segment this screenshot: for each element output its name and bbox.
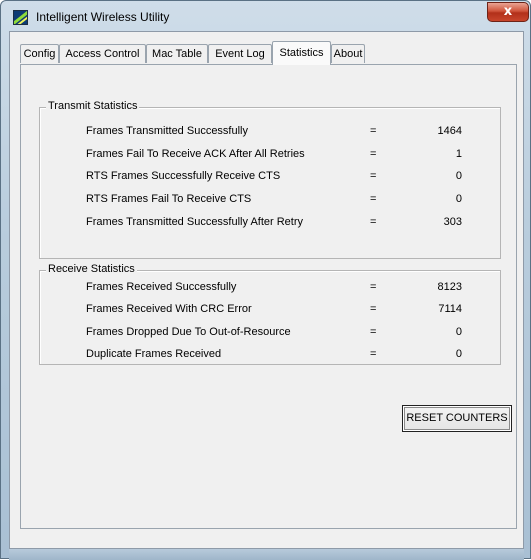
tx-rts-success-value: 0 — [455, 170, 462, 182]
tx-after-retry-value: 303 — [443, 216, 462, 228]
tx-frames-success-label: Frames Transmitted Successfully — [86, 125, 248, 137]
window-bottom-frame — [9, 549, 524, 560]
rx-dropped-value: 0 — [455, 326, 462, 338]
rx-crc-error-eq: = — [370, 303, 377, 315]
tx-rts-fail-value: 0 — [455, 193, 462, 205]
reset-counters-button[interactable]: RESET COUNTERS — [402, 405, 512, 432]
title-bar[interactable]: Intelligent Wireless Utility x — [1, 1, 530, 31]
tx-after-retry-label: Frames Transmitted Successfully After Re… — [86, 216, 304, 228]
wireless-app-icon — [13, 10, 28, 25]
tab-bar: Config Access Control Mac Table Event Lo… — [20, 41, 500, 65]
tx-fail-ack-eq: = — [370, 148, 377, 160]
tab-mac-table[interactable]: Mac Table — [146, 44, 208, 63]
rx-frames-success-eq: = — [370, 281, 377, 293]
tx-rts-success-eq: = — [370, 170, 377, 182]
tab-about[interactable]: About — [331, 44, 365, 63]
tab-event-log[interactable]: Event Log — [208, 44, 272, 63]
rx-crc-error-value: 7114 — [438, 303, 462, 315]
tab-access-control[interactable]: Access Control — [59, 44, 146, 63]
rx-duplicate-eq: = — [370, 348, 377, 360]
rx-frames-success-label: Frames Received Successfully — [86, 281, 237, 293]
tx-rts-success-label: RTS Frames Successfully Receive CTS — [86, 170, 281, 182]
close-button[interactable]: x — [487, 2, 529, 22]
rx-crc-error-label: Frames Received With CRC Error — [86, 303, 252, 315]
rx-dropped-eq: = — [370, 326, 377, 338]
rx-frames-success-value: 8123 — [437, 281, 462, 293]
rx-duplicate-label: Duplicate Frames Received — [86, 348, 222, 360]
receive-statistics-title: Receive Statistics — [46, 263, 137, 275]
tx-frames-success-value: 1464 — [437, 125, 462, 137]
tx-rts-fail-eq: = — [370, 193, 377, 205]
tx-frames-success-eq: = — [370, 125, 377, 137]
rx-duplicate-value: 0 — [455, 348, 462, 360]
rx-dropped-label: Frames Dropped Due To Out-of-Resource — [86, 326, 291, 338]
window-title: Intelligent Wireless Utility — [36, 10, 170, 24]
close-icon: x — [503, 4, 513, 19]
tx-after-retry-eq: = — [370, 216, 377, 228]
tab-config[interactable]: Config — [20, 44, 59, 63]
tx-fail-ack-value: 1 — [455, 148, 462, 160]
statistics-panel: Transmit Statistics Receive Statistics F… — [20, 64, 517, 529]
tx-fail-ack-label: Frames Fail To Receive ACK After All Ret… — [86, 148, 305, 160]
app-window: Intelligent Wireless Utility x Config Ac… — [0, 0, 531, 560]
tab-statistics[interactable]: Statistics — [272, 41, 331, 65]
tx-rts-fail-label: RTS Frames Fail To Receive CTS — [86, 193, 252, 205]
transmit-statistics-title: Transmit Statistics — [46, 100, 140, 112]
